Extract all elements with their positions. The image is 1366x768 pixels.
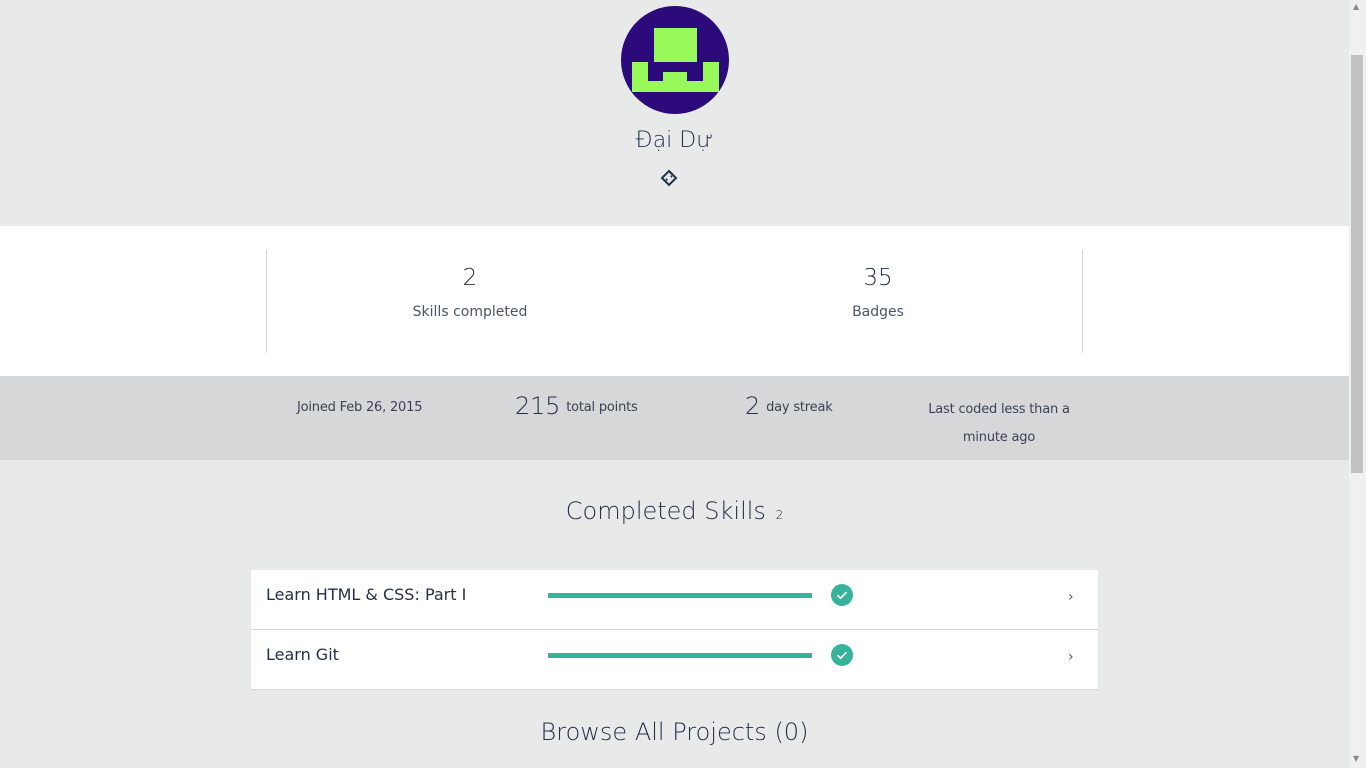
skill-name: Learn Git [266, 645, 339, 664]
stat-value: 2 [462, 265, 478, 291]
pixel-robot-avatar-icon [632, 28, 719, 92]
stats-columns: 2 Skills completed 35 Badges [266, 250, 1083, 353]
joined-date: Joined Feb 26, 2015 [297, 400, 423, 415]
streak-label: day streak [766, 400, 833, 415]
last-coded: Last coded less than a minute ago [928, 402, 1070, 445]
scrollbar-thumb[interactable] [1351, 55, 1363, 473]
completed-skills-count: 2 [775, 508, 784, 522]
scroll-up-icon[interactable]: ▲ [1353, 2, 1359, 11]
day-streak: 2 day streak [745, 392, 833, 420]
profile-header: Đại Dự [0, 0, 1349, 226]
streak-value: 2 [745, 392, 761, 420]
stat-label: Badges [852, 304, 904, 320]
meta-band: Joined Feb 26, 2015 215 total points 2 day… [0, 376, 1349, 460]
check-icon [831, 644, 853, 666]
completed-skills-heading: Completed Skills 2 [0, 497, 1349, 525]
completed-skills-list: Learn HTML & CSS: Part I › Learn Git › [251, 570, 1098, 690]
profile-page: Đại Dự 2 Skills completed 35 Badges Join… [0, 0, 1349, 768]
points-label: total points [566, 400, 638, 415]
total-points: 215 total points [515, 392, 638, 420]
skill-row-git[interactable]: Learn Git › [251, 630, 1098, 690]
browse-projects-heading[interactable]: Browse All Projects (0) [0, 718, 1349, 746]
skill-progress-bar [548, 653, 812, 658]
stat-value: 35 [863, 265, 893, 291]
stat-skills-completed: 2 Skills completed [320, 250, 620, 320]
stat-badges[interactable]: 35 Badges [728, 250, 1028, 320]
completed-skills-title: Completed Skills [565, 497, 766, 525]
chevron-right-icon: › [1068, 589, 1074, 605]
check-icon [831, 584, 853, 606]
chevron-right-icon: › [1068, 649, 1074, 665]
profile-username: Đại Dự [635, 128, 714, 153]
share-link-icon[interactable] [660, 169, 678, 187]
scroll-down-icon[interactable]: ▼ [1353, 754, 1359, 763]
vertical-scrollbar[interactable]: ▲ ▼ [1349, 0, 1366, 768]
stats-band: 2 Skills completed 35 Badges [0, 226, 1349, 376]
points-value: 215 [515, 392, 561, 420]
avatar [621, 6, 729, 114]
skill-row-html-css[interactable]: Learn HTML & CSS: Part I › [251, 570, 1098, 630]
stat-label: Skills completed [412, 304, 528, 320]
skill-progress-bar [548, 593, 812, 598]
skill-name: Learn HTML & CSS: Part I [266, 585, 467, 604]
